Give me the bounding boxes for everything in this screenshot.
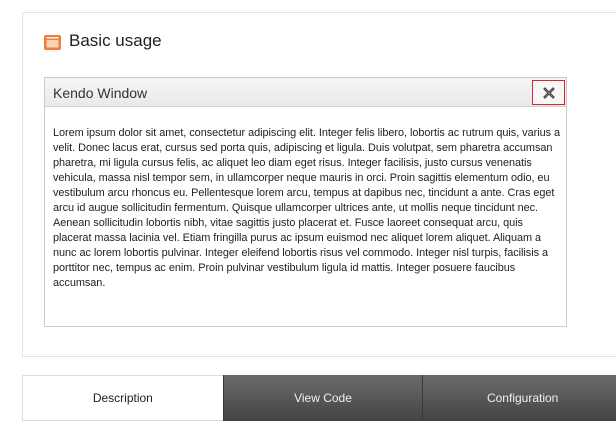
tab-view-code[interactable]: View Code (222, 375, 423, 421)
window-icon (44, 35, 61, 50)
section-title: Basic usage (69, 31, 162, 50)
tab-strip: Description View Code Configuration (22, 375, 616, 421)
close-button[interactable] (532, 80, 565, 105)
window-titlebar[interactable]: Kendo Window (45, 78, 566, 107)
window-title: Kendo Window (53, 85, 148, 101)
tab-configuration[interactable]: Configuration (422, 375, 616, 421)
window-content: Lorem ipsum dolor sit amet, consectetur … (53, 127, 560, 289)
kendo-window: Kendo Window Lorem ipsum dolor sit amet,… (44, 77, 567, 327)
tab-description[interactable]: Description (22, 375, 223, 421)
close-icon (542, 86, 555, 99)
